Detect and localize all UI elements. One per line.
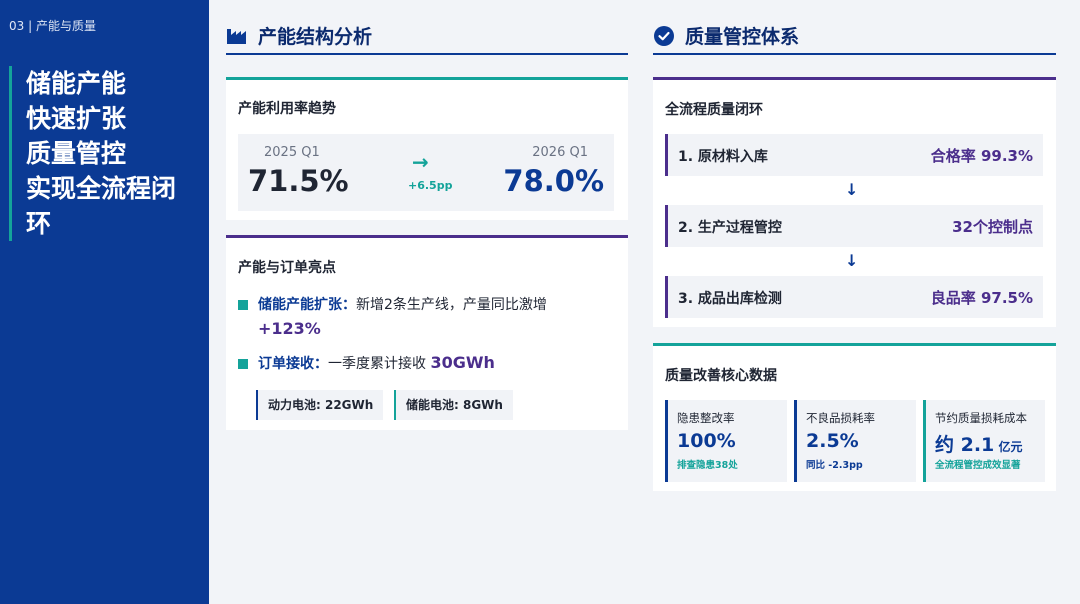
chip-power-battery: 动力电池: 22GWh — [256, 390, 384, 420]
highlights-card-title: 产能与订单亮点 — [238, 260, 336, 276]
metric-label: 节约质量损耗成本 — [935, 411, 1027, 425]
metric-rectification-rate: 隐患整改率 100% 排查隐患38处 — [665, 400, 787, 482]
utilization-card-title: 产能利用率趋势 — [238, 101, 336, 117]
quality-loop-title: 全流程质量闭环 — [665, 102, 763, 118]
quality-loop-card: 全流程质量闭环 1. 原材料入库 合格率 99.3% ↓ 2. 生产过程管控 3… — [653, 77, 1056, 327]
step-value: 32个控制点 — [952, 218, 1033, 236]
metric-value: 100% — [677, 430, 736, 452]
hero-line-2: 快速扩张 — [26, 104, 127, 133]
metric-sub: 排查隐患38处 — [677, 460, 738, 471]
highlights-card: 产能与订单亮点 储能产能扩张：新增2条生产线，产量同比激增 +123% 订单接收… — [226, 235, 628, 430]
quality-section-title: 质量管控体系 — [685, 26, 800, 48]
metric-defect-loss-rate: 不良品损耗率 2.5% 同比 -2.3pp — [794, 400, 916, 482]
highlight-key: 储能产能扩张： — [258, 297, 356, 313]
hero-line-3: 质量管控 — [26, 139, 127, 168]
arrow-down-icon: ↓ — [845, 251, 859, 270]
highlight-value: +123% — [258, 319, 321, 338]
step-value: 合格率 99.3% — [930, 147, 1033, 165]
metric-sub: 全流程管控成效显著 — [935, 460, 1021, 471]
highlight-key: 订单接收： — [258, 356, 328, 372]
delta-value: +6.5pp — [408, 179, 453, 192]
from-value: 71.5% — [248, 164, 349, 198]
hero-line-4: 实现全流程闭 — [26, 174, 177, 203]
from-period-label: 2025 Q1 — [264, 145, 320, 160]
left-panel: 03 | 产能与质量 储能产能 快速扩张 质量管控 实现全流程闭 环 — [0, 0, 209, 604]
highlight-text: 新增2条生产线，产量同比激增 — [356, 297, 547, 313]
breadcrumb: 03 | 产能与质量 — [9, 19, 96, 33]
capacity-section-title: 产能结构分析 — [258, 26, 373, 48]
utilization-comparison: 2025 Q1 71.5% → +6.5pp 2026 Q1 78.0% — [238, 134, 614, 211]
metric-label: 隐患整改率 — [677, 411, 735, 425]
metric-cost-saving: 节约质量损耗成本 约 2.1 亿元 全流程管控成效显著 — [923, 400, 1045, 482]
quality-metrics-card: 质量改善核心数据 隐患整改率 100% 排查隐患38处 不良品损耗率 2.5% … — [653, 343, 1056, 491]
highlight-item-orders: 订单接收：一季度累计接收 30GWh — [238, 351, 495, 376]
metric-label: 不良品损耗率 — [806, 411, 875, 425]
highlight-item-expansion: 储能产能扩张：新增2条生产线，产量同比激增 +123% — [238, 293, 618, 342]
process-step-materials: 1. 原材料入库 合格率 99.3% — [665, 134, 1043, 176]
capacity-section-header: 产能结构分析 — [226, 18, 628, 55]
hero-line-1: 储能产能 — [26, 69, 127, 98]
metric-value: 约 2.1 亿元 — [935, 434, 1023, 456]
step-name: 3. 成品出库检测 — [678, 291, 782, 307]
factory-icon — [226, 25, 248, 47]
step-name: 1. 原材料入库 — [678, 149, 768, 165]
chip-storage-battery: 储能电池: 8GWh — [394, 390, 513, 420]
arrow-down-icon: ↓ — [845, 180, 859, 199]
highlight-text: 一季度累计接收 — [328, 356, 431, 372]
utilization-card: 产能利用率趋势 2025 Q1 71.5% → +6.5pp 2026 Q1 7… — [226, 77, 628, 220]
highlight-value: 30GWh — [430, 353, 495, 372]
step-name: 2. 生产过程管控 — [678, 220, 782, 236]
quality-metrics-title: 质量改善核心数据 — [665, 368, 777, 384]
to-period-label: 2026 Q1 — [532, 145, 588, 160]
process-step-production: 2. 生产过程管控 32个控制点 — [665, 205, 1043, 247]
arrow-right-icon: → — [412, 150, 429, 174]
bullet-square-icon — [238, 359, 248, 369]
step-value: 良品率 97.5% — [930, 289, 1033, 307]
hero-line-5: 环 — [26, 209, 52, 238]
bullet-square-icon — [238, 300, 248, 310]
to-value: 78.0% — [503, 164, 604, 198]
process-step-inspection: 3. 成品出库检测 良品率 97.5% — [665, 276, 1043, 318]
check-circle-icon — [653, 25, 675, 47]
metric-sub: 同比 -2.3pp — [806, 460, 863, 471]
hero-title: 储能产能 快速扩张 质量管控 实现全流程闭 环 — [9, 66, 199, 241]
quality-section-header: 质量管控体系 — [653, 18, 1056, 55]
metric-value: 2.5% — [806, 430, 859, 452]
